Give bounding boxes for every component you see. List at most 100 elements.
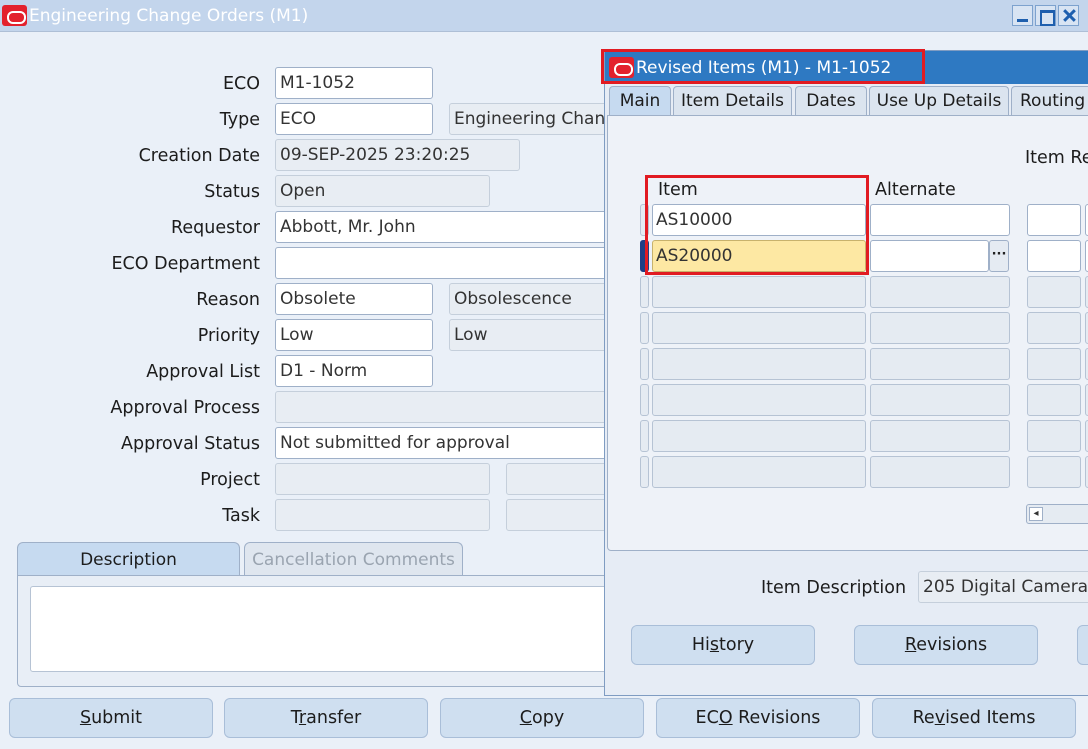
main-window-titlebar[interactable]: Engineering Change Orders (M1) <box>0 0 1088 32</box>
item-rev-cell[interactable] <box>1027 312 1081 344</box>
eco-revisions-button-label-rest: Revisions <box>732 708 821 728</box>
task-label: Task <box>222 506 260 526</box>
item-rev-cell[interactable] <box>1027 276 1081 308</box>
more-button[interactable] <box>1077 625 1088 665</box>
alternate-column-header: Alternate <box>875 180 956 200</box>
description-textarea[interactable] <box>30 586 620 672</box>
scroll-left-arrow-icon[interactable]: ◂ <box>1029 507 1043 521</box>
item-rev-cell[interactable] <box>1027 384 1081 416</box>
tab-description[interactable]: Description <box>17 542 240 576</box>
reason-field[interactable]: Obsolete <box>275 283 433 315</box>
row-indicator[interactable] <box>640 456 649 488</box>
tab-main[interactable]: Main <box>609 86 671 116</box>
alternate-cell[interactable] <box>870 456 1010 488</box>
close-icon[interactable] <box>1058 5 1079 26</box>
status-field: Open <box>275 175 490 207</box>
requestor-field[interactable]: Abbott, Mr. John <box>275 211 615 243</box>
eco-revisions-button-label: EC <box>695 708 719 728</box>
horizontal-scrollbar[interactable]: ◂ <box>1026 504 1088 524</box>
alternate-cell[interactable] <box>870 276 1010 308</box>
alternate-cell[interactable] <box>870 348 1010 380</box>
window-controls <box>1012 5 1079 26</box>
approval-status-field: Not submitted for approval <box>275 427 615 459</box>
revised-items-button-label-rest: ised Items <box>945 708 1036 728</box>
revisions-button-label-rest: evisions <box>916 635 988 655</box>
type-field[interactable]: ECO <box>275 103 433 135</box>
requestor-label: Requestor <box>171 218 260 238</box>
eco-department-field[interactable] <box>275 247 615 279</box>
type-description-field: Engineering Chan <box>449 103 619 135</box>
status-label: Status <box>204 182 260 202</box>
item-column-highlight-box <box>645 175 869 275</box>
creation-date-label: Creation Date <box>138 146 260 166</box>
copy-button[interactable]: Copy <box>440 698 644 738</box>
eco-field[interactable]: M1-1052 <box>275 67 433 99</box>
tab-cancellation-comments[interactable]: Cancellation Comments <box>244 542 463 576</box>
tab-item-details[interactable]: Item Details <box>673 86 792 116</box>
item-rev-column-header: Item Re <box>1025 148 1088 168</box>
project-description-field <box>506 463 616 495</box>
row-indicator[interactable] <box>640 384 649 416</box>
item-rev-cell[interactable] <box>1027 240 1081 272</box>
revised-items-button[interactable]: Revised Items <box>872 698 1076 738</box>
history-button-label-rest: tory <box>719 635 755 655</box>
description-panel <box>17 575 620 687</box>
tab-dates[interactable]: Dates <box>795 86 867 116</box>
alternate-cell[interactable] <box>870 384 1010 416</box>
item-rev-cell[interactable] <box>1027 420 1081 452</box>
approval-list-field[interactable]: D1 - Norm <box>275 355 433 387</box>
transfer-button-label: T <box>290 708 299 728</box>
item-rev-cell[interactable] <box>1027 348 1081 380</box>
priority-description-field: Low <box>449 319 619 351</box>
approval-process-label: Approval Process <box>110 398 260 418</box>
item-cell[interactable] <box>652 312 866 344</box>
creation-date-field: 09-SEP-2025 23:20:25 <box>275 139 520 171</box>
type-label: Type <box>219 110 260 130</box>
approval-list-label: Approval List <box>146 362 260 382</box>
revised-items-button-accesskey: v <box>934 708 946 728</box>
project-label: Project <box>200 470 260 490</box>
list-of-values-ellipsis-icon[interactable]: ··· <box>989 240 1009 272</box>
tab-routing[interactable]: Routing <box>1011 86 1088 116</box>
alternate-cell[interactable] <box>870 204 1010 236</box>
title-highlight-box <box>601 49 925 84</box>
eco-revisions-button[interactable]: ECO Revisions <box>656 698 860 738</box>
copy-button-accesskey: C <box>519 708 533 728</box>
history-button[interactable]: History <box>631 625 815 665</box>
item-rev-cell[interactable] <box>1027 456 1081 488</box>
row-indicator[interactable] <box>640 348 649 380</box>
item-cell[interactable] <box>652 348 866 380</box>
row-indicator[interactable] <box>640 276 649 308</box>
alternate-cell[interactable] <box>870 240 989 272</box>
project-field[interactable] <box>275 463 490 495</box>
transfer-button[interactable]: Transfer <box>224 698 428 738</box>
task-description-field <box>506 499 616 531</box>
task-field[interactable] <box>275 499 490 531</box>
history-button-label: Hi <box>691 635 710 655</box>
revised-items-button-label: Re <box>912 708 935 728</box>
item-cell[interactable] <box>652 276 866 308</box>
item-cell[interactable] <box>652 456 866 488</box>
maximize-icon[interactable] <box>1035 5 1056 26</box>
eco-revisions-button-accesskey: O <box>718 708 733 728</box>
main-window-title: Engineering Change Orders (M1) <box>29 6 309 26</box>
eco-label: ECO <box>222 74 260 94</box>
item-cell[interactable] <box>652 420 866 452</box>
item-rev-cell[interactable] <box>1027 204 1081 236</box>
tab-use-up-details[interactable]: Use Up Details <box>869 86 1009 116</box>
approval-status-label: Approval Status <box>121 434 260 454</box>
minimize-icon[interactable] <box>1012 5 1033 26</box>
history-button-accesskey: s <box>709 635 720 655</box>
submit-button[interactable]: Submit <box>9 698 213 738</box>
priority-field[interactable]: Low <box>275 319 433 351</box>
alternate-cell[interactable] <box>870 420 1010 452</box>
row-indicator[interactable] <box>640 312 649 344</box>
item-description-field: 205 Digital Camera <box>918 571 1088 603</box>
revisions-button[interactable]: Revisions <box>854 625 1038 665</box>
copy-button-label-rest: opy <box>532 708 565 728</box>
revisions-button-accesskey: R <box>904 635 917 655</box>
row-indicator[interactable] <box>640 420 649 452</box>
transfer-button-label-rest: ansfer <box>306 708 362 728</box>
alternate-cell[interactable] <box>870 312 1010 344</box>
item-cell[interactable] <box>652 384 866 416</box>
